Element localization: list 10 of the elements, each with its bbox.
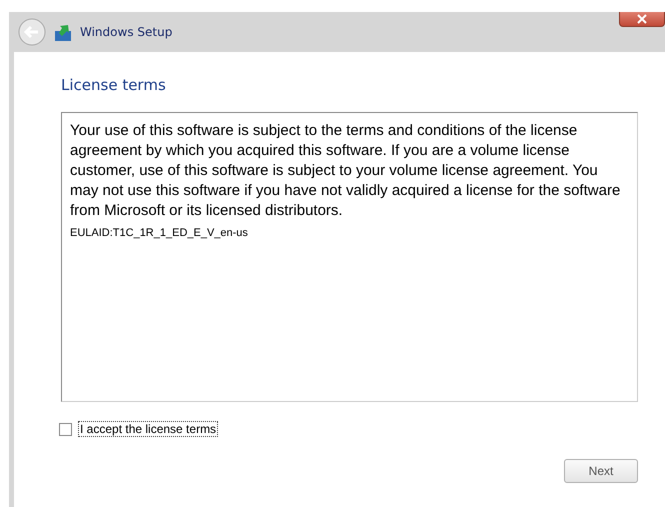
setup-icon [54,22,74,42]
page-heading: License terms [61,76,167,94]
close-icon [637,14,647,24]
eula-id: EULAID:T1C_1R_1_ED_E_V_en-us [70,227,249,239]
accept-label[interactable]: I accept the license terms [78,421,218,437]
license-paragraph: Your use of this software is subject to the terms and conditions of the license agreement by which you acquired this software. If you are a volume license customer, use of this software is subject to your volume license agreement. You may not use this software if you have not validly acquired a license for the software from Microsoft or its licensed distributors. [70,121,622,221]
accept-checkbox[interactable] [59,422,72,436]
window-title: Windows Setup [80,25,172,39]
close-button[interactable] [619,12,665,27]
license-text-box[interactable] [61,112,638,402]
